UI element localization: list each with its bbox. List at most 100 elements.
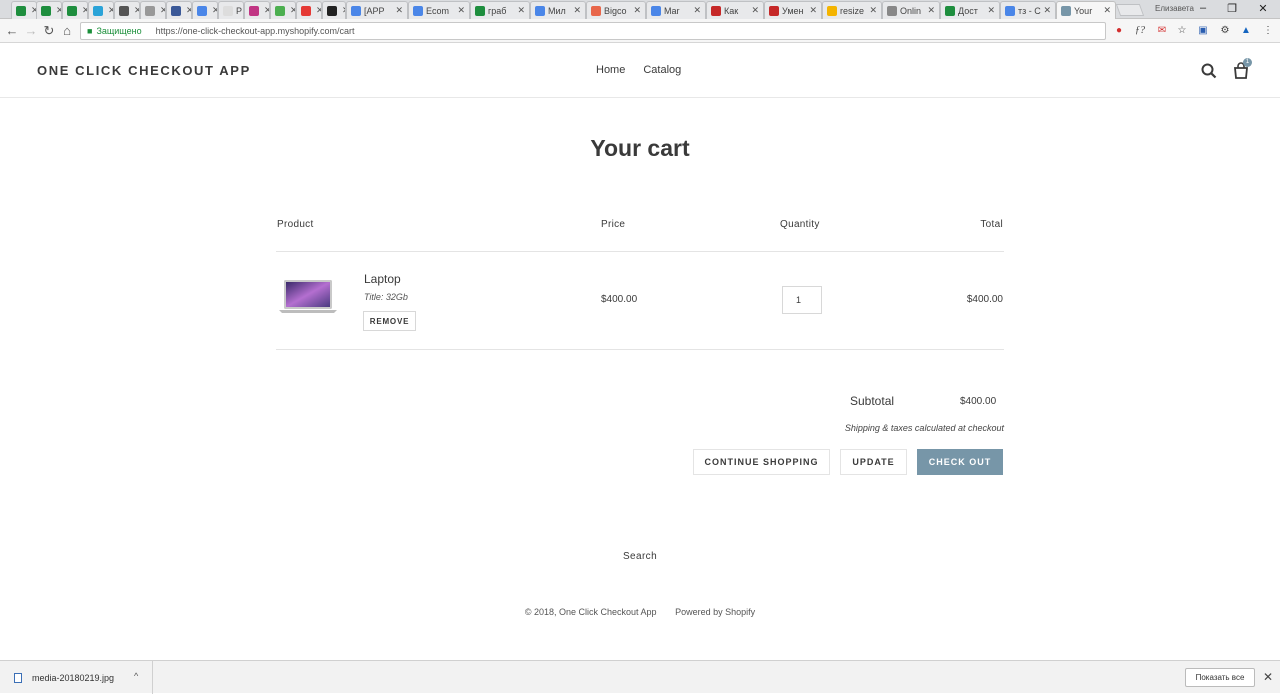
browser-tab[interactable]: граб ✕: [470, 1, 530, 19]
mail-extension-icon[interactable]: ✉: [1155, 24, 1169, 38]
remove-button[interactable]: REMOVE: [363, 311, 416, 331]
browser-tab[interactable]: Your ✕: [1056, 1, 1116, 19]
close-icon[interactable]: ✕: [1263, 670, 1273, 684]
tab-label: Your: [1074, 5, 1093, 16]
tab-favicon-icon: [41, 5, 51, 16]
nav-home[interactable]: Home: [596, 64, 625, 76]
back-icon[interactable]: ←: [5, 23, 19, 39]
copyright-text[interactable]: © 2018, One Click Checkout App: [525, 607, 657, 617]
tab-close-icon[interactable]: ✕: [393, 5, 403, 16]
tab-close-icon[interactable]: ✕: [515, 5, 525, 16]
tab-favicon-icon: [301, 5, 311, 16]
tab-close-icon[interactable]: ✕: [1041, 5, 1051, 16]
browser-tab[interactable]: Мил ✕: [530, 1, 586, 19]
store-logo[interactable]: ONE CLICK CHECKOUT APP: [37, 63, 251, 78]
tab-favicon-icon: [769, 5, 779, 16]
reload-icon[interactable]: ↻: [42, 23, 56, 39]
tab-close-icon[interactable]: ✕: [631, 5, 641, 16]
tab-favicon-icon: [16, 5, 26, 16]
tab-close-icon[interactable]: ✕: [184, 5, 191, 16]
browser-tab[interactable]: Умен ✕: [764, 1, 822, 19]
browser-tab[interactable]: ✕: [140, 1, 166, 19]
shipping-note: Shipping & taxes calculated at checkout: [844, 423, 1004, 433]
browser-tab[interactable]: Дост ✕: [940, 1, 1000, 19]
function-extension-icon[interactable]: ƒ?: [1133, 24, 1147, 38]
product-name[interactable]: Laptop: [364, 272, 401, 286]
checkout-button[interactable]: CHECK OUT: [917, 449, 1003, 475]
tab-close-icon[interactable]: ✕: [749, 5, 759, 16]
tab-close-icon[interactable]: ✕: [1101, 5, 1111, 16]
tab-close-icon[interactable]: ✕: [807, 5, 817, 16]
browser-tab[interactable]: ✕: [244, 1, 270, 19]
nav-catalog[interactable]: Catalog: [643, 64, 681, 76]
browser-menu-icon[interactable]: ⋮: [1261, 24, 1275, 38]
extension-gear-icon[interactable]: ⚙: [1218, 24, 1232, 38]
tab-close-icon[interactable]: ✕: [262, 5, 269, 16]
tab-close-icon[interactable]: ✕: [455, 5, 465, 16]
browser-tab[interactable]: ✕: [11, 1, 37, 19]
tab-favicon-icon: [223, 5, 233, 16]
browser-tab[interactable]: ✕: [88, 1, 114, 19]
tab-close-icon[interactable]: ✕: [80, 5, 87, 16]
url-text[interactable]: https://one-click-checkout-app.myshopify…: [156, 26, 355, 36]
powered-by-link[interactable]: Powered by Shopify: [675, 607, 755, 617]
browser-tab[interactable]: ✕: [322, 1, 346, 19]
tab-favicon-icon: [351, 5, 361, 16]
tab-close-icon[interactable]: ✕: [571, 5, 581, 16]
browser-tab[interactable]: Ecom ✕: [408, 1, 470, 19]
browser-tab[interactable]: ✕: [192, 1, 218, 19]
tab-close-icon[interactable]: ✕: [288, 5, 295, 16]
browser-tab[interactable]: ✕: [270, 1, 296, 19]
forward-icon[interactable]: →: [24, 23, 38, 39]
download-item[interactable]: media-20180219.jpg ^: [0, 661, 153, 694]
tab-close-icon[interactable]: ✕: [54, 5, 61, 16]
search-icon[interactable]: [1200, 62, 1218, 80]
browser-tab[interactable]: Onlin ✕: [882, 1, 940, 19]
address-bar[interactable]: ■ Защищено https://one-click-checkout-ap…: [80, 22, 1106, 40]
tab-close-icon[interactable]: ✕: [925, 5, 935, 16]
new-tab-button[interactable]: [1115, 4, 1145, 16]
browser-tab[interactable]: ✕: [166, 1, 192, 19]
browser-tab[interactable]: resize ✕: [822, 1, 882, 19]
maximize-icon[interactable]: ❐: [1225, 2, 1239, 15]
profile-name[interactable]: Елизавета: [1155, 4, 1194, 13]
tab-close-icon[interactable]: ✕: [691, 5, 701, 16]
extension-icon[interactable]: ▣: [1196, 24, 1210, 38]
adblock-icon[interactable]: ●: [1112, 24, 1126, 38]
quantity-input[interactable]: [782, 286, 822, 314]
window-close-icon[interactable]: ✕: [1256, 2, 1270, 15]
footer-search-link[interactable]: Search: [0, 551, 1280, 562]
browser-tab[interactable]: [APP ✕: [346, 1, 408, 19]
column-quantity: Quantity: [780, 219, 820, 230]
home-icon[interactable]: ⌂: [60, 23, 74, 39]
browser-tab[interactable]: Mar ✕: [646, 1, 706, 19]
bookmark-star-icon[interactable]: ☆: [1175, 24, 1189, 38]
browser-tab[interactable]: Как ✕: [706, 1, 764, 19]
product-thumbnail[interactable]: [278, 279, 338, 315]
tab-close-icon[interactable]: ✕: [867, 5, 877, 16]
tab-favicon-icon: [67, 5, 77, 16]
browser-tab[interactable]: тз - С ✕: [1000, 1, 1056, 19]
tab-close-icon[interactable]: ✕: [132, 5, 139, 16]
browser-tab[interactable]: ✕: [62, 1, 88, 19]
tab-close-icon[interactable]: ✕: [210, 5, 217, 16]
browser-tab[interactable]: P✕: [218, 1, 244, 19]
continue-shopping-button[interactable]: CONTINUE SHOPPING: [693, 449, 830, 475]
extension-drop-icon[interactable]: ▲: [1239, 24, 1253, 38]
lock-icon: ■: [87, 26, 93, 36]
tab-close-icon[interactable]: ✕: [314, 5, 321, 16]
tab-favicon-icon: [945, 5, 955, 16]
page-title: Your cart: [590, 135, 690, 161]
update-button[interactable]: UPDATE: [840, 449, 907, 475]
browser-tab[interactable]: Bigco ✕: [586, 1, 646, 19]
tab-close-icon[interactable]: ✕: [106, 5, 113, 16]
download-filename[interactable]: media-20180219.jpg: [32, 673, 114, 683]
browser-tab[interactable]: ✕: [296, 1, 322, 19]
chevron-up-icon[interactable]: ^: [134, 671, 138, 681]
browser-tab[interactable]: ✕: [114, 1, 140, 19]
tab-close-icon[interactable]: ✕: [158, 5, 165, 16]
minimize-icon[interactable]: –: [1196, 2, 1210, 14]
browser-tab[interactable]: ✕: [36, 1, 62, 19]
show-all-downloads-button[interactable]: Показать все: [1185, 668, 1255, 687]
tab-close-icon[interactable]: ✕: [985, 5, 995, 16]
